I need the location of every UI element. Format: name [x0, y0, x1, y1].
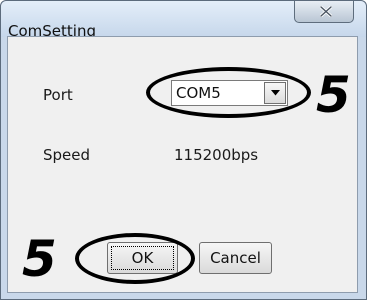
step-number-ok: 5: [22, 230, 57, 288]
step-number-port: 5: [316, 66, 351, 124]
close-icon: [320, 6, 332, 17]
port-label: Port: [43, 86, 73, 104]
speed-label: Speed: [43, 146, 91, 164]
speed-value: 115200bps: [174, 146, 259, 164]
port-highlight-oval: [146, 67, 311, 118]
cancel-button-label: Cancel: [210, 249, 261, 267]
title-bar[interactable]: ComSetting: [1, 1, 366, 40]
ok-highlight-oval: [75, 233, 195, 284]
cancel-button[interactable]: Cancel: [199, 242, 272, 274]
close-button[interactable]: [294, 1, 354, 23]
